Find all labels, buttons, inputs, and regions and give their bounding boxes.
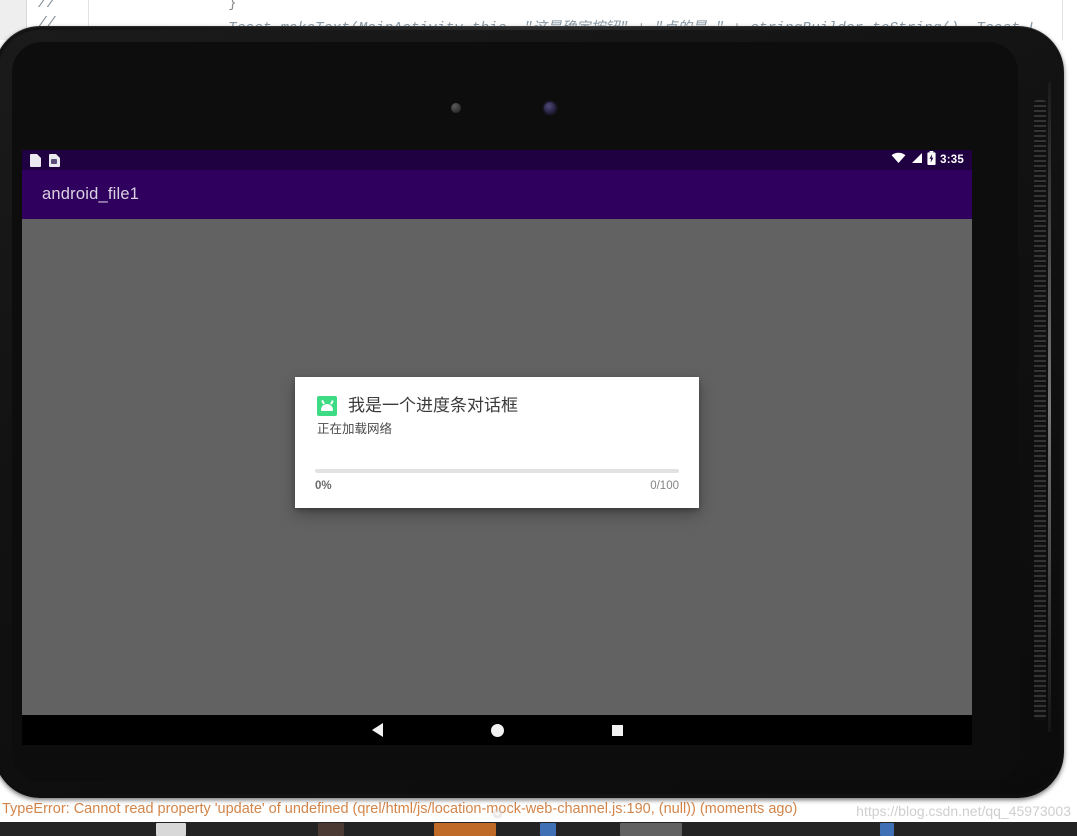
code-comment-marker: // bbox=[38, 0, 56, 12]
taskbar-item[interactable] bbox=[318, 823, 344, 836]
taskbar-item[interactable] bbox=[880, 823, 894, 836]
dialog-progress-section bbox=[295, 437, 699, 473]
os-taskbar[interactable] bbox=[0, 822, 1077, 836]
editor-right-margin bbox=[1062, 0, 1063, 40]
android-robot-icon bbox=[317, 396, 337, 416]
dialog-title: 我是一个进度条对话框 bbox=[348, 396, 518, 415]
code-closing-brace: } bbox=[228, 0, 237, 12]
dialog-header: 我是一个进度条对话框 bbox=[295, 377, 699, 416]
android-app-bar: android_file1 bbox=[22, 170, 972, 219]
taskbar-item[interactable] bbox=[540, 823, 556, 836]
code-line-1[interactable]: // } bbox=[38, 0, 237, 12]
tablet-device: 3:35 android_file1 我是一个进度条对话框 正在加载网络 0% … bbox=[0, 26, 1064, 819]
signal-icon bbox=[910, 151, 923, 169]
robot-antenna-right-icon bbox=[330, 400, 334, 405]
robot-head-icon bbox=[321, 404, 333, 411]
light-sensor-icon bbox=[544, 102, 556, 114]
speaker-grill-icon bbox=[1034, 100, 1046, 720]
progress-percent-label: 0% bbox=[315, 480, 332, 492]
screenshot-root: // } // Toast.makeText(MainActivity.this… bbox=[0, 0, 1077, 836]
nav-recents-button[interactable] bbox=[587, 715, 647, 745]
taskbar-item[interactable] bbox=[156, 823, 186, 836]
console-error-message: TypeError: Cannot read property 'update'… bbox=[2, 801, 798, 817]
recents-square-icon bbox=[611, 724, 623, 736]
nav-back-button[interactable] bbox=[347, 715, 407, 745]
back-triangle-icon bbox=[371, 723, 383, 737]
home-circle-icon bbox=[490, 723, 504, 737]
nav-home-button[interactable] bbox=[467, 715, 527, 745]
document-icon bbox=[49, 153, 60, 167]
android-screen: 3:35 android_file1 我是一个进度条对话框 正在加载网络 0% … bbox=[22, 150, 972, 745]
progress-dialog[interactable]: 我是一个进度条对话框 正在加载网络 0% 0/100 bbox=[295, 377, 699, 508]
taskbar-item[interactable] bbox=[434, 823, 496, 836]
front-camera-icon bbox=[451, 103, 461, 113]
ide-console-strip-bottom: TypeError: Cannot read property 'update'… bbox=[0, 800, 1077, 822]
android-navigation-bar bbox=[22, 715, 972, 745]
home-indicator-led bbox=[492, 808, 503, 819]
device-edge-highlight bbox=[1048, 82, 1051, 732]
battery-charging-icon bbox=[927, 150, 936, 170]
progress-labels: 0% 0/100 bbox=[295, 473, 699, 508]
status-bar-clock: 3:35 bbox=[940, 154, 964, 166]
status-bar-notifications[interactable] bbox=[30, 150, 60, 170]
dialog-message: 正在加载网络 bbox=[317, 422, 393, 436]
watermark-text: https://blog.csdn.net/qq_45973003 bbox=[856, 803, 1071, 819]
progress-count-label: 0/100 bbox=[650, 480, 679, 492]
status-bar-system-icons[interactable]: 3:35 bbox=[891, 150, 964, 170]
taskbar-item[interactable] bbox=[620, 823, 682, 836]
app-title: android_file1 bbox=[42, 185, 140, 203]
android-status-bar: 3:35 bbox=[22, 150, 972, 170]
progress-bar[interactable] bbox=[315, 469, 679, 473]
wifi-icon bbox=[891, 151, 906, 169]
sim-card-icon bbox=[30, 153, 41, 167]
